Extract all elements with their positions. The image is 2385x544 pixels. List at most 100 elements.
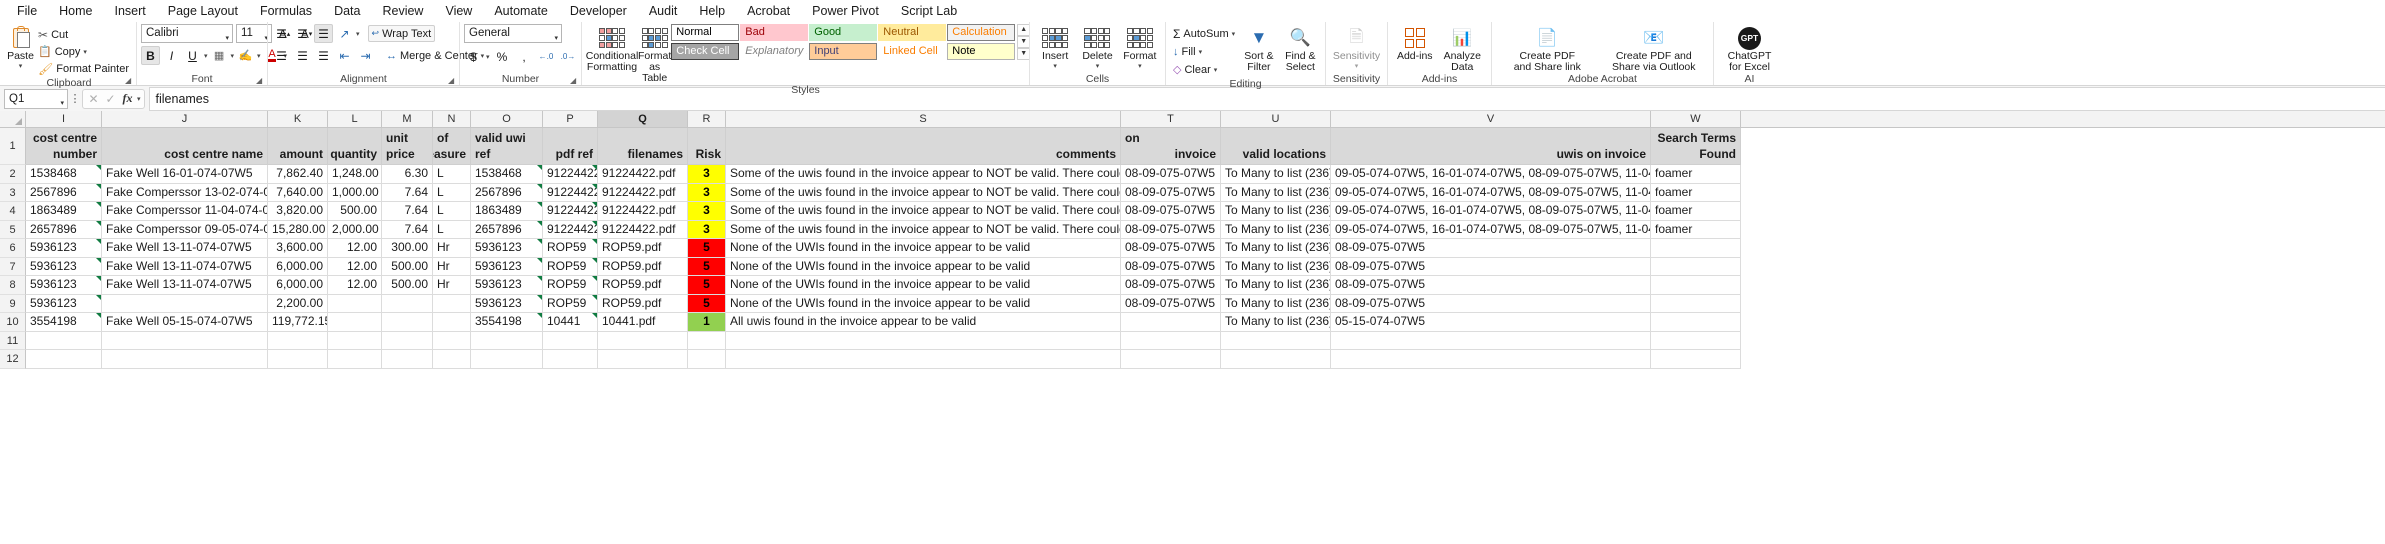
cell-filenames[interactable]: ROP59.pdf bbox=[598, 258, 688, 277]
table-row-empty[interactable] bbox=[26, 332, 2385, 351]
cell-non-valid-uwis[interactable]: 08-09-075-07W5 bbox=[1121, 202, 1221, 221]
cell-filenames[interactable]: 91224422.pdf bbox=[598, 165, 688, 184]
column-title-amount[interactable]: amount bbox=[268, 128, 328, 165]
cell-uwis-on-invoice[interactable]: 08-09-075-07W5 bbox=[1331, 276, 1651, 295]
cell-cost-centre-name[interactable]: Fake Comperssor 13-02-074-07W5 bbox=[102, 184, 268, 203]
cell-risk[interactable]: 5 bbox=[688, 295, 726, 314]
cell-style-normal[interactable]: Normal bbox=[671, 24, 739, 41]
delete-cells-button[interactable]: Delete ▾ bbox=[1076, 24, 1118, 70]
table-row[interactable]: 2567896Fake Comperssor 13-02-074-07W57,6… bbox=[26, 184, 2385, 203]
chatgpt-for-excel-button[interactable]: GPT ChatGPTfor Excel bbox=[1719, 24, 1781, 73]
insert-function-icon[interactable]: fx bbox=[120, 91, 135, 106]
column-title-unit-price[interactable]: unit price bbox=[382, 128, 433, 165]
number-format-chevron-down-icon[interactable]: ▾ bbox=[554, 30, 558, 47]
insert-cells-button[interactable]: Insert ▾ bbox=[1034, 24, 1076, 70]
cell-amount[interactable]: 3,600.00 bbox=[268, 239, 328, 258]
table-row[interactable]: 1538468Fake Well 16-01-074-07W57,862.401… bbox=[26, 165, 2385, 184]
cell-search-terms-found[interactable] bbox=[1651, 258, 1741, 277]
cell-cost-centre-name[interactable]: Fake Well 13-11-074-07W5 bbox=[102, 276, 268, 295]
menu-tab-automate[interactable]: Automate bbox=[483, 1, 559, 21]
cell-pdf-ref[interactable]: 91224422 bbox=[543, 221, 598, 240]
cell-quantity[interactable]: 12.00 bbox=[328, 276, 382, 295]
column-header-P[interactable]: P bbox=[543, 111, 598, 127]
cell-search-terms-found[interactable]: foamer bbox=[1651, 221, 1741, 240]
cell-uwis-on-invoice[interactable]: 08-09-075-07W5 bbox=[1331, 258, 1651, 277]
cell-valid-locations[interactable]: To Many to list (236) bbox=[1221, 276, 1331, 295]
format-chevron-down-icon[interactable]: ▾ bbox=[1138, 62, 1142, 70]
delete-chevron-down-icon[interactable]: ▾ bbox=[1096, 62, 1100, 70]
cell-cost-centre-number[interactable]: 5936123 bbox=[26, 239, 102, 258]
column-header-M[interactable]: M bbox=[382, 111, 433, 127]
cell-filenames[interactable]: 91224422.pdf bbox=[598, 221, 688, 240]
cell-quantity[interactable]: 12.00 bbox=[328, 258, 382, 277]
cell-search-terms-found[interactable] bbox=[1651, 239, 1741, 258]
cell-non-valid-uwis[interactable]: 08-09-075-07W5 bbox=[1121, 165, 1221, 184]
bold-button[interactable]: B bbox=[141, 46, 160, 65]
align-top-button[interactable]: ☰ bbox=[272, 24, 291, 43]
cell-style-check-cell[interactable]: Check Cell bbox=[671, 43, 739, 60]
cell-empty[interactable] bbox=[1651, 332, 1741, 351]
menu-tab-script-lab[interactable]: Script Lab bbox=[890, 1, 968, 21]
menu-tab-data[interactable]: Data bbox=[323, 1, 371, 21]
menu-tab-power-pivot[interactable]: Power Pivot bbox=[801, 1, 890, 21]
cell-uwis-on-invoice[interactable]: 09-05-074-07W5, 16-01-074-07W5, 08-09-07… bbox=[1331, 221, 1651, 240]
column-header-U[interactable]: U bbox=[1221, 111, 1331, 127]
cell-cost-centre-number[interactable]: 5936123 bbox=[26, 258, 102, 277]
percent-button[interactable]: % bbox=[493, 47, 512, 66]
cell-search-terms-found[interactable]: foamer bbox=[1651, 184, 1741, 203]
cell-uwis-on-invoice[interactable]: 09-05-074-07W5, 16-01-074-07W5, 08-09-07… bbox=[1331, 165, 1651, 184]
cell-amount[interactable]: 119,772.15 bbox=[268, 313, 328, 332]
menu-tab-file[interactable]: File bbox=[6, 1, 48, 21]
cell-uwis-on-invoice[interactable]: 08-09-075-07W5 bbox=[1331, 239, 1651, 258]
cell-empty[interactable] bbox=[688, 350, 726, 369]
cell-empty[interactable] bbox=[471, 332, 543, 351]
cell-unit-of-measure[interactable]: Hr bbox=[433, 239, 471, 258]
cell-valid-uwi-ref[interactable]: 1863489 bbox=[471, 202, 543, 221]
clear-button[interactable]: ◇ Clear ▾ bbox=[1170, 61, 1238, 78]
copy-chevron-down-icon[interactable]: ▾ bbox=[83, 48, 87, 56]
cell-cost-centre-number[interactable]: 3554198 bbox=[26, 313, 102, 332]
cell-valid-locations[interactable]: To Many to list (236) bbox=[1221, 184, 1331, 203]
column-title-non-valid-uwis[interactable]: non-valid uwis oninvoice bbox=[1121, 128, 1221, 165]
cell-valid-uwi-ref[interactable]: 5936123 bbox=[471, 258, 543, 277]
cell-non-valid-uwis[interactable]: 08-09-075-07W5 bbox=[1121, 258, 1221, 277]
cell-empty[interactable] bbox=[268, 332, 328, 351]
select-all-corner[interactable] bbox=[0, 111, 26, 127]
column-header-T[interactable]: T bbox=[1121, 111, 1221, 127]
cell-valid-locations[interactable]: To Many to list (236) bbox=[1221, 313, 1331, 332]
increase-indent-button[interactable]: ⇥ bbox=[356, 46, 375, 65]
currency-button[interactable]: $ bbox=[464, 47, 483, 66]
column-title-risk[interactable]: Risk bbox=[688, 128, 726, 165]
cell-pdf-ref[interactable]: ROP59 bbox=[543, 258, 598, 277]
row-header-2[interactable]: 2 bbox=[0, 165, 26, 184]
cell-risk[interactable]: 5 bbox=[688, 239, 726, 258]
menu-tab-review[interactable]: Review bbox=[371, 1, 434, 21]
cell-filenames[interactable]: ROP59.pdf bbox=[598, 239, 688, 258]
cell-empty[interactable] bbox=[598, 332, 688, 351]
column-header-I[interactable]: I bbox=[26, 111, 102, 127]
cell-unit-of-measure[interactable]: L bbox=[433, 202, 471, 221]
cell-cost-centre-number[interactable]: 5936123 bbox=[26, 295, 102, 314]
cell-quantity[interactable]: 12.00 bbox=[328, 239, 382, 258]
formula-chevron-down-icon[interactable]: ▾ bbox=[137, 95, 141, 103]
cell-non-valid-uwis[interactable]: 08-09-075-07W5 bbox=[1121, 295, 1221, 314]
cell-empty[interactable] bbox=[688, 332, 726, 351]
cell-pdf-ref[interactable]: 91224422 bbox=[543, 202, 598, 221]
cell-non-valid-uwis[interactable]: 08-09-075-07W5 bbox=[1121, 221, 1221, 240]
column-title-quantity[interactable]: quantity bbox=[328, 128, 382, 165]
cell-empty[interactable] bbox=[1331, 350, 1651, 369]
cell-amount[interactable]: 6,000.00 bbox=[268, 258, 328, 277]
cell-empty[interactable] bbox=[102, 350, 268, 369]
table-row[interactable]: 5936123Fake Well 13-11-074-07W53,600.001… bbox=[26, 239, 2385, 258]
cell-valid-uwi-ref[interactable]: 5936123 bbox=[471, 276, 543, 295]
column-title-cost-centre-name[interactable]: cost centre name bbox=[102, 128, 268, 165]
comma-button[interactable]: , bbox=[515, 47, 534, 66]
cell-empty[interactable] bbox=[1121, 332, 1221, 351]
cell-filenames[interactable]: 10441.pdf bbox=[598, 313, 688, 332]
cell-style-calculation[interactable]: Calculation bbox=[947, 24, 1015, 41]
cell-unit-of-measure[interactable] bbox=[433, 295, 471, 314]
sort-filter-button[interactable]: ▼ Sort &Filter bbox=[1238, 24, 1279, 73]
insert-chevron-down-icon[interactable]: ▾ bbox=[1053, 62, 1057, 70]
cell-valid-locations[interactable]: To Many to list (236) bbox=[1221, 202, 1331, 221]
cell-style-note[interactable]: Note bbox=[947, 43, 1015, 60]
